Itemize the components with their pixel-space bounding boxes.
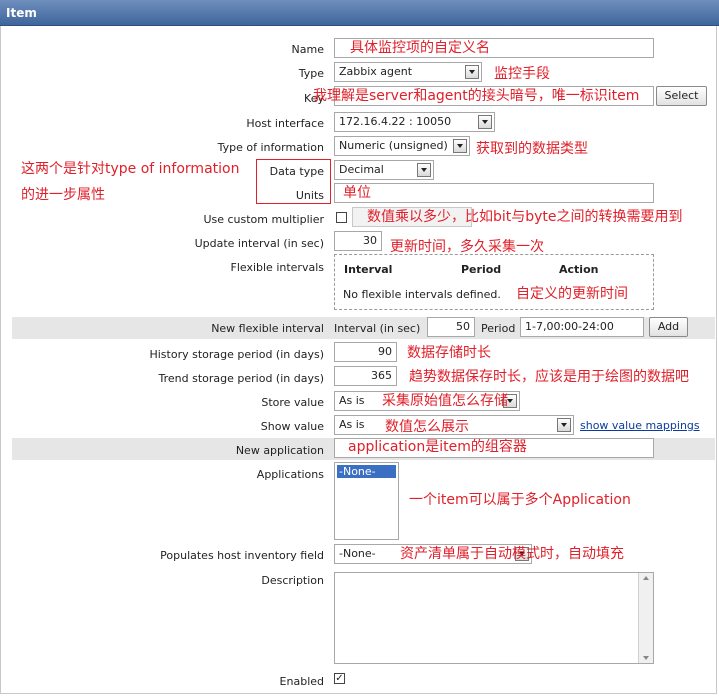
data-type-select[interactable]: Decimal xyxy=(334,160,434,180)
enabled-label: Enabled xyxy=(279,675,324,688)
add-button[interactable]: Add xyxy=(649,317,688,337)
annotation-units: 单位 xyxy=(343,185,371,201)
new-period-field[interactable]: 1-7,00:00-24:00 xyxy=(520,317,644,337)
annotation-key: 我理解是server和agent的接头暗号，唯一标识item xyxy=(313,88,640,104)
show-value-value: As is xyxy=(339,418,365,431)
custom-multiplier-checkbox[interactable] xyxy=(336,212,347,223)
annotation-type-of-information: 获取到的数据类型 xyxy=(476,141,588,157)
store-value-value: As is xyxy=(339,394,365,407)
applications-option-none[interactable]: -None- xyxy=(337,465,396,478)
show-value-mappings-link[interactable]: show value mappings xyxy=(580,419,700,432)
flexible-intervals-label: Flexible intervals xyxy=(230,261,325,274)
inventory-label: Populates host inventory field xyxy=(160,549,324,562)
new-interval-field[interactable]: 50 xyxy=(427,317,475,337)
enabled-checkbox[interactable]: ✓ xyxy=(334,673,345,684)
annotation-name: 具体监控项的自定义名 xyxy=(350,40,490,56)
units-label: Units xyxy=(295,189,324,202)
new-flexible-interval-label: New flexible interval xyxy=(211,322,324,335)
type-of-information-label: Type of information xyxy=(217,141,324,154)
flexible-header-period: Period xyxy=(461,263,502,276)
annotation-flexible: 自定义的更新时间 xyxy=(516,286,628,302)
annotation-applications: 一个item可以属于多个Application xyxy=(409,492,631,508)
units-field[interactable] xyxy=(334,183,654,203)
host-interface-select[interactable]: 172.16.4.22 : 10050 xyxy=(334,112,495,132)
history-storage-label: History storage period (in days) xyxy=(149,348,324,361)
name-label: Name xyxy=(291,43,324,56)
annotation-type: 监控手段 xyxy=(494,66,550,82)
annotation-trend: 趋势数据保存时长，应该是用于绘图的数据吧 xyxy=(409,369,689,385)
interval-sec-label: Interval (in sec) xyxy=(334,322,421,335)
annotation-data-type-line1: 这两个是针对type of information xyxy=(21,161,240,177)
chevron-down-icon xyxy=(465,65,479,79)
annotation-show-value: 数值怎么展示 xyxy=(385,419,469,435)
type-of-information-select[interactable]: Numeric (unsigned) xyxy=(334,136,470,156)
flexible-empty-text: No flexible intervals defined. xyxy=(343,288,501,301)
form-header: Item xyxy=(0,0,719,26)
scroll-down-icon[interactable] xyxy=(643,656,649,660)
data-type-label: Data type xyxy=(269,165,324,178)
show-value-label: Show value xyxy=(260,420,324,433)
trend-storage-field[interactable]: 365 xyxy=(334,366,397,386)
host-interface-value: 172.16.4.22 : 10050 xyxy=(339,115,452,128)
description-textarea[interactable] xyxy=(334,572,654,664)
select-button[interactable]: Select xyxy=(656,86,707,106)
chevron-down-icon xyxy=(417,163,431,177)
inventory-value: -None- xyxy=(339,547,376,560)
trend-storage-label: Trend storage period (in days) xyxy=(158,372,325,385)
period-label: Period xyxy=(481,322,516,335)
annotation-data-type-line2: 的进一步属性 xyxy=(21,187,105,203)
annotation-multiplier: 数值乘以多少，比如bit与byte之间的转换需要用到 xyxy=(367,209,683,225)
store-value-label: Store value xyxy=(261,396,324,409)
type-of-information-value: Numeric (unsigned) xyxy=(339,139,448,152)
applications-label: Applications xyxy=(256,468,324,481)
update-interval-field[interactable]: 30 xyxy=(334,231,382,251)
data-type-value: Decimal xyxy=(339,163,384,176)
host-interface-label: Host interface xyxy=(246,117,324,130)
type-select-value: Zabbix agent xyxy=(339,65,413,78)
flexible-header-interval: Interval xyxy=(344,263,393,276)
flexible-header-action: Action xyxy=(559,263,599,276)
custom-multiplier-label: Use custom multiplier xyxy=(203,213,324,226)
annotation-history: 数据存储时长 xyxy=(407,345,491,361)
chevron-down-icon xyxy=(478,115,492,129)
applications-list[interactable]: -None- xyxy=(334,462,399,540)
annotation-inventory: 资产清单属于自动模式时，自动填充 xyxy=(400,546,624,562)
annotation-new-application: application是item的组容器 xyxy=(348,439,527,455)
description-scrollbar[interactable] xyxy=(638,573,653,663)
history-storage-field[interactable]: 90 xyxy=(334,342,397,362)
annotation-store-value: 采集原始值怎么存储 xyxy=(382,393,508,409)
type-select[interactable]: Zabbix agent xyxy=(334,62,482,82)
description-label: Description xyxy=(261,574,324,587)
chevron-down-icon xyxy=(557,418,571,432)
chevron-down-icon xyxy=(453,139,467,153)
new-application-label: New application xyxy=(235,444,324,457)
scroll-up-icon[interactable] xyxy=(643,576,649,580)
type-label: Type xyxy=(298,67,324,80)
update-interval-label: Update interval (in sec) xyxy=(194,237,324,250)
